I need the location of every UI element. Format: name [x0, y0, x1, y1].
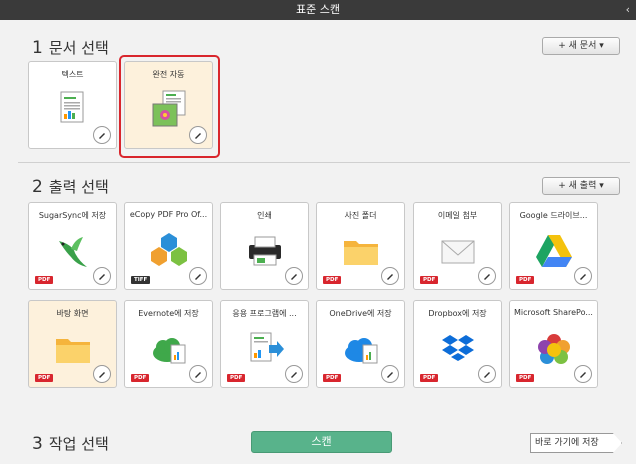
edit-icon[interactable]	[574, 365, 592, 383]
section-action-title: 3 작업 선택	[32, 434, 109, 454]
edit-icon[interactable]	[93, 267, 111, 285]
card-label: 텍스트	[61, 70, 84, 79]
save-shortcut-button[interactable]: 바로 가기에 저장	[530, 433, 622, 453]
output-card-sugarsync[interactable]: SugarSync에 저장 PDF	[28, 202, 117, 290]
output-card-sharepoint[interactable]: Microsoft SharePo... PDF	[509, 300, 598, 388]
edit-icon[interactable]	[285, 267, 303, 285]
divider	[18, 162, 630, 163]
edit-icon[interactable]	[189, 365, 207, 383]
pdf-badge: PDF	[323, 374, 342, 382]
doc-card-text[interactable]: 텍스트	[28, 61, 117, 149]
output-card-google-drive[interactable]: Google 드라이브... PDF	[509, 202, 598, 290]
folder-icon	[55, 339, 90, 363]
card-label: 응용 프로그램에 ...	[232, 309, 297, 318]
tiff-badge: TIFF	[131, 276, 151, 284]
output-card-evernote[interactable]: Evernote에 저장 PDF	[124, 300, 213, 388]
card-label: Dropbox에 저장	[428, 309, 487, 318]
card-label: 인쇄	[257, 211, 272, 220]
pdf-badge: PDF	[420, 276, 439, 284]
output-card-ecopy[interactable]: eCopy PDF Pro Of... TIFF	[124, 202, 213, 290]
text-document-icon	[60, 91, 83, 123]
output-card-application[interactable]: 응용 프로그램에 ... PDF	[220, 300, 309, 388]
add-document-button[interactable]: + 새 문서 ▾	[542, 37, 620, 55]
cloud-doc-icon	[344, 338, 377, 364]
envelope-icon	[441, 240, 474, 264]
doc-arrow-icon	[250, 332, 284, 362]
pdf-badge: PDF	[131, 374, 150, 382]
pdf-badge: PDF	[516, 374, 535, 382]
pdf-badge: PDF	[323, 276, 342, 284]
pdf-badge: PDF	[35, 276, 54, 284]
printer-icon	[248, 236, 281, 266]
pdf-badge: PDF	[35, 374, 54, 382]
edit-icon[interactable]	[93, 365, 111, 383]
add-output-button[interactable]: + 새 출력 ▾	[542, 177, 620, 195]
card-label: eCopy PDF Pro Of...	[129, 210, 208, 219]
card-label: SugarSync에 저장	[38, 211, 107, 220]
scan-button[interactable]: 스캔	[251, 431, 392, 453]
edit-icon[interactable]	[285, 365, 303, 383]
output-card-dropbox[interactable]: Dropbox에 저장 PDF	[413, 300, 502, 388]
section-output-title: 2 출력 선택	[32, 177, 109, 197]
hexagons-icon	[150, 233, 187, 266]
dropbox-icon	[441, 335, 474, 361]
edit-icon[interactable]	[93, 126, 111, 144]
card-label: Microsoft SharePo...	[514, 308, 593, 317]
edit-icon[interactable]	[189, 267, 207, 285]
card-label: 이메일 첨부	[437, 211, 478, 220]
sharepoint-icon	[537, 334, 570, 364]
output-card-onedrive[interactable]: OneDrive에 저장 PDF	[316, 300, 405, 388]
section-document-title: 1 문서 선택	[32, 38, 109, 58]
edit-icon[interactable]	[381, 365, 399, 383]
pdf-badge: PDF	[227, 374, 246, 382]
title-bar: 표준 스캔 ‹	[0, 0, 636, 20]
edit-icon[interactable]	[478, 267, 496, 285]
google-drive-icon	[535, 235, 572, 267]
cloud-doc-icon	[152, 338, 185, 364]
folder-icon	[343, 241, 378, 265]
edit-icon[interactable]	[478, 365, 496, 383]
card-label: Evernote에 저장	[138, 309, 199, 318]
selected-card-highlight	[119, 55, 220, 158]
output-card-print[interactable]: 인쇄	[220, 202, 309, 290]
card-label: OneDrive에 저장	[329, 309, 392, 318]
edit-icon[interactable]	[381, 267, 399, 285]
window-title: 표준 스캔	[296, 3, 340, 16]
card-label: 사진 폴더	[344, 211, 377, 220]
output-card-photo-folder[interactable]: 사진 폴더 PDF	[316, 202, 405, 290]
pdf-badge: PDF	[420, 374, 439, 382]
card-label: 바탕 화면	[56, 309, 89, 318]
pdf-badge: PDF	[516, 276, 535, 284]
card-label: Google 드라이브...	[519, 211, 588, 220]
main-panel: 1 문서 선택 + 새 문서 ▾ 텍스트 완전 자동 2 출력 선택 + 새 출…	[0, 20, 636, 464]
output-card-desktop[interactable]: 바탕 화면 PDF	[28, 300, 117, 388]
output-card-email[interactable]: 이메일 첨부 PDF	[413, 202, 502, 290]
back-icon[interactable]: ‹	[626, 0, 630, 20]
edit-icon[interactable]	[574, 267, 592, 285]
hummingbird-icon	[58, 237, 87, 267]
